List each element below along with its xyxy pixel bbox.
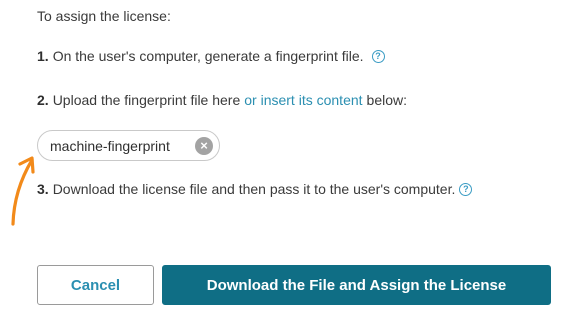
cancel-button[interactable]: Cancel <box>37 265 154 305</box>
step-3: 3. Download the license file and then pa… <box>37 181 473 197</box>
chip-label: machine-fingerprint <box>50 137 170 154</box>
step-1: 1. On the user's computer, generate a fi… <box>37 48 385 64</box>
step-1-text: On the user's computer, generate a finge… <box>52 48 364 64</box>
remove-file-icon[interactable]: × <box>195 136 213 155</box>
step-2-text: Upload the fingerprint file here <box>52 92 241 108</box>
step-3-text: Download the license file and then pass … <box>52 181 456 197</box>
help-icon[interactable]: ? <box>371 49 385 63</box>
intro-text: To assign the license: <box>37 8 171 24</box>
assign-license-panel: To assign the license: 1. On the user's … <box>0 0 566 321</box>
uploaded-file-chip: machine-fingerprint × <box>37 130 220 161</box>
step-2-text-after: below: <box>366 92 407 108</box>
step-2: 2. Upload the fingerprint file here or i… <box>37 92 407 108</box>
help-icon[interactable]: ? <box>459 182 473 196</box>
step-2-number: 2. <box>37 92 49 108</box>
insert-content-link[interactable]: or insert its content <box>244 92 362 108</box>
download-and-assign-button[interactable]: Download the File and Assign the License <box>162 265 551 305</box>
step-3-number: 3. <box>37 181 49 197</box>
step-1-number: 1. <box>37 48 49 64</box>
